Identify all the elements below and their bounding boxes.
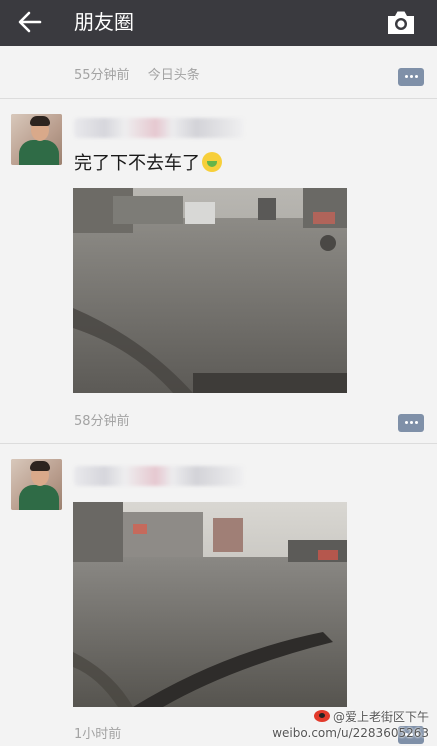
post-text: 完了下不去车了 (74, 152, 222, 176)
prev-post-source[interactable]: 今日头条 (148, 68, 200, 83)
watermark-url: weibo.com/u/2283605263 (272, 726, 429, 740)
prev-post-time: 55分钟前 (74, 68, 130, 83)
divider (0, 98, 437, 99)
username-blurred[interactable] (74, 118, 244, 138)
top-bar: 朋友圈 (0, 0, 437, 46)
divider (0, 443, 437, 444)
avatar[interactable] (11, 114, 62, 165)
comment-button[interactable] (398, 68, 424, 86)
post-time: 1小时前 (74, 727, 122, 742)
camera-icon[interactable] (385, 7, 417, 37)
username-blurred[interactable] (74, 466, 244, 486)
crying-face-emoji-icon (202, 152, 222, 172)
back-arrow-icon[interactable] (14, 6, 46, 38)
prev-post-meta: 55分钟前 今日头条 (74, 64, 214, 83)
page-title: 朋友圈 (74, 10, 134, 34)
post-photo[interactable] (73, 502, 347, 707)
watermark-handle: @爱上老街区下午 (313, 708, 429, 725)
avatar[interactable] (11, 459, 62, 510)
post-time: 58分钟前 (74, 414, 130, 429)
weibo-logo-icon (313, 710, 330, 722)
comment-button[interactable] (398, 414, 424, 432)
post-photo[interactable] (73, 188, 347, 393)
post-text-content: 完了下不去车了 (74, 153, 200, 174)
moments-feed[interactable]: 55分钟前 今日头条 完了下不去车了 58分钟前 1小时前 @爱上老街区下午 w… (0, 46, 437, 746)
